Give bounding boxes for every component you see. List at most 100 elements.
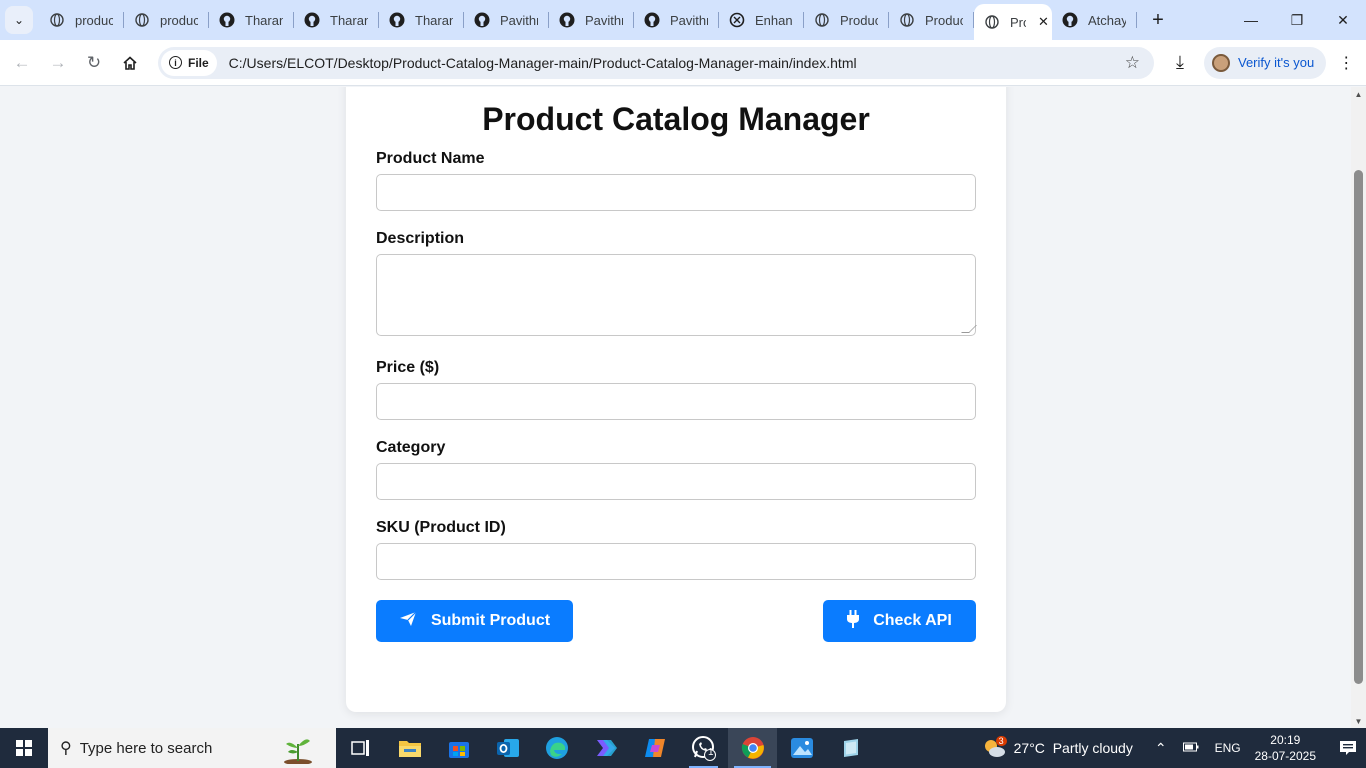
store-icon	[448, 742, 469, 758]
github-icon	[389, 12, 405, 28]
chrome-button[interactable]	[728, 728, 777, 768]
tab-item[interactable]: Produc	[889, 0, 974, 40]
close-icon[interactable]: ✕	[1038, 14, 1049, 30]
window-controls: — ❐ ✕	[1228, 0, 1366, 40]
tab-item[interactable]: Enhanc	[719, 0, 804, 40]
address-bar[interactable]: i File C:/Users/ELCOT/Desktop/Product-Cat…	[158, 46, 1154, 79]
check-api-button[interactable]: Check API	[823, 600, 976, 642]
price-input[interactable]	[376, 383, 976, 420]
tab-item[interactable]: Tharan	[209, 0, 294, 40]
whatsapp-button[interactable]: 1	[679, 728, 728, 768]
weather-widget[interactable]: 3 27°C Partly cloudy	[982, 736, 1133, 758]
resize-handle-icon[interactable]	[961, 325, 977, 333]
scrollbar-thumb[interactable]	[1354, 170, 1363, 684]
tab-label: Pavithr	[500, 12, 538, 28]
close-icon: ✕	[1337, 11, 1349, 28]
product-form-card: Product Catalog Manager Product Name Des…	[346, 87, 1006, 712]
tab-label: Pavithr	[585, 12, 623, 28]
url-text[interactable]: C:/Users/ELCOT/Desktop/Product-Catalog-M…	[229, 55, 857, 71]
tab-label: produc	[160, 12, 198, 28]
paper-plane-icon	[399, 611, 417, 632]
microsoft-365-button[interactable]	[581, 728, 630, 768]
tab-item[interactable]: Pavithr	[464, 0, 549, 40]
scroll-down-arrow-icon[interactable]: ▼	[1351, 714, 1366, 728]
download-icon: ⤓	[1176, 52, 1184, 72]
app-button[interactable]	[826, 728, 875, 768]
profile-verify-button[interactable]: Verify it's you	[1204, 46, 1327, 79]
github-icon	[474, 12, 490, 28]
tab-label: Pro	[1010, 14, 1026, 30]
photos-button[interactable]	[777, 728, 826, 768]
m365-icon	[596, 740, 617, 756]
product-name-input[interactable]	[376, 174, 976, 211]
globe-icon	[899, 12, 915, 28]
tab-label: Atchay	[1088, 12, 1126, 28]
edge-button[interactable]	[532, 728, 581, 768]
notification-center-button[interactable]	[1330, 740, 1366, 756]
windows-taskbar: ⚲ Type here to search 1 3 27°C Partly cl…	[0, 728, 1366, 768]
tab-item[interactable]: Tharan	[294, 0, 379, 40]
download-button[interactable]: ⤓	[1162, 45, 1198, 81]
tab-search-button[interactable]: ⌄	[5, 6, 33, 34]
new-tab-button[interactable]: +	[1143, 5, 1173, 35]
minimize-button[interactable]: —	[1228, 0, 1274, 40]
whatsapp-badge: 1	[708, 747, 714, 758]
close-window-button[interactable]: ✕	[1320, 0, 1366, 40]
submit-label: Submit Product	[430, 612, 551, 629]
file-explorer-button[interactable]	[385, 728, 434, 768]
restore-button[interactable]: ❐	[1274, 0, 1320, 40]
tab-label: Enhanc	[755, 12, 793, 28]
arrow-right-icon: →	[49, 52, 67, 72]
battery-icon[interactable]	[1182, 741, 1199, 755]
search-placeholder: Type here to search	[79, 739, 213, 757]
tab-item-active[interactable]: Pro ✕	[974, 4, 1052, 40]
github-icon	[219, 12, 235, 28]
page-viewport: Product Catalog Manager Product Name Des…	[0, 87, 1351, 728]
chevron-up-icon[interactable]: ⌃	[1155, 740, 1167, 757]
photos-icon	[790, 738, 813, 758]
clock[interactable]: 20:19 28-07-2025	[1255, 732, 1316, 764]
description-label: Description	[376, 230, 465, 247]
language-indicator[interactable]: ENG	[1215, 741, 1241, 755]
app-icon	[843, 739, 858, 757]
notification-icon	[1340, 741, 1356, 755]
description-textarea[interactable]	[376, 254, 977, 336]
restore-icon: ❐	[1290, 11, 1304, 28]
tab-item[interactable]: produc	[124, 0, 209, 40]
start-button[interactable]	[0, 728, 48, 768]
edge-icon	[545, 737, 568, 759]
home-button[interactable]	[112, 45, 148, 81]
vertical-scrollbar[interactable]: ▲ ▼	[1351, 87, 1366, 728]
category-input[interactable]	[376, 463, 976, 500]
reload-button[interactable]: ↻	[76, 45, 112, 81]
site-info-chip[interactable]: i File	[161, 49, 217, 76]
tab-item[interactable]: Produc	[804, 0, 889, 40]
taskbar-search-box[interactable]: ⚲ Type here to search	[48, 728, 336, 768]
star-icon[interactable]: ☆	[1125, 53, 1140, 73]
tab-label: Pavithr	[670, 12, 708, 28]
task-view-button[interactable]	[336, 728, 385, 768]
weather-badge: 3	[995, 736, 1007, 746]
scroll-up-arrow-icon[interactable]: ▲	[1351, 87, 1366, 101]
home-icon	[123, 55, 137, 70]
submit-product-button[interactable]: Submit Product	[376, 600, 573, 642]
back-button[interactable]: ←	[4, 45, 40, 81]
minimize-icon: —	[1244, 12, 1258, 28]
globe-icon	[134, 12, 150, 28]
copilot-button[interactable]	[630, 728, 679, 768]
openai-icon	[729, 12, 745, 28]
tab-item[interactable]: Pavithr	[549, 0, 634, 40]
tab-item[interactable]: Tharan	[379, 0, 464, 40]
sku-input[interactable]	[376, 543, 976, 580]
avatar	[1212, 53, 1230, 72]
tab-item[interactable]: Pavithr	[634, 0, 719, 40]
copilot-icon	[644, 739, 665, 757]
microsoft-store-button[interactable]	[434, 728, 483, 768]
forward-button[interactable]: →	[40, 45, 76, 81]
tab-item[interactable]: Atchay	[1052, 0, 1137, 40]
outlook-button[interactable]	[483, 728, 532, 768]
outlook-icon	[496, 739, 519, 757]
tab-item[interactable]: produc	[39, 0, 124, 40]
search-icon: ⚲	[60, 740, 72, 757]
menu-button[interactable]: ⋮	[1332, 53, 1360, 73]
